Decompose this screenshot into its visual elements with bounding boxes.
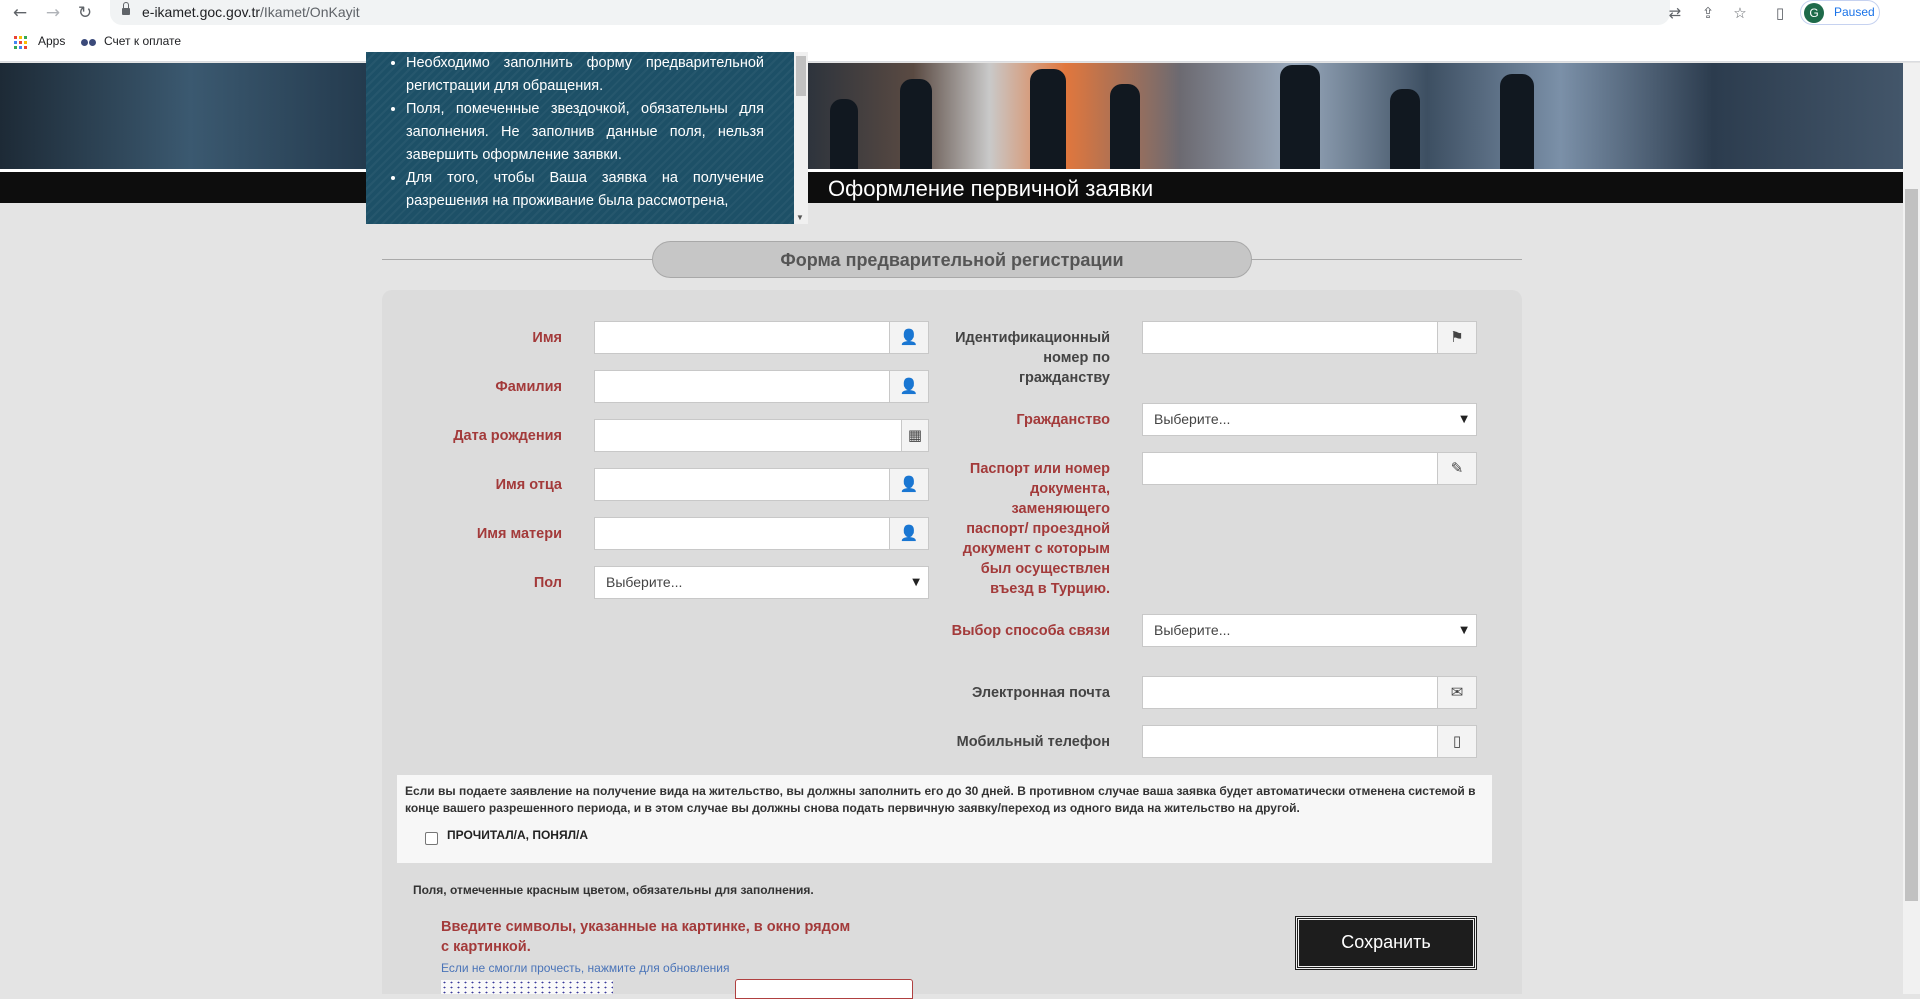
notice-item: Поля, помеченные звездочкой, обязательны… (406, 98, 764, 167)
share-icon[interactable]: ⇪ (1698, 3, 1718, 23)
captcha-instructions: Введите символы, указанные на картинке, … (441, 919, 851, 955)
passport-input[interactable]: ✎ (1142, 452, 1477, 485)
id-number-input[interactable]: ⚑ (1142, 321, 1477, 354)
gender-select-value: Выберите... (606, 574, 683, 590)
gender-select[interactable]: Выберите... ▼ (594, 566, 929, 599)
email-label: Электронная почта (971, 685, 1110, 701)
citizenship-select-value: Выберите... (1154, 411, 1231, 427)
last-name-input[interactable]: 👤 (594, 370, 929, 403)
phone-icon: ▯ (1437, 725, 1477, 758)
id-number-label: Идентификационный номер по гражданству (955, 330, 1110, 386)
captcha-input[interactable] (735, 979, 913, 999)
chevron-down-icon: ▼ (912, 577, 920, 588)
bookmark-invoice[interactable]: Счет к оплате (104, 34, 181, 48)
father-name-input[interactable]: 👤 (594, 468, 929, 501)
calendar-icon[interactable]: ▦ (901, 419, 929, 452)
notice-item: Необходимо заполнить форму предварительн… (406, 52, 764, 98)
mother-name-input[interactable]: 👤 (594, 517, 929, 550)
birth-date-label: Дата рождения (453, 428, 562, 444)
scroll-down-icon[interactable]: ▼ (796, 213, 804, 222)
info-notice-panel: Необходимо заполнить форму предварительн… (366, 52, 808, 224)
agree-checkbox[interactable] (425, 832, 438, 845)
save-button[interactable]: Сохранить (1295, 916, 1477, 970)
bookmark-favicon-icon (81, 39, 97, 47)
captcha-refresh-link[interactable]: Если не смогли прочесть, нажмите для обн… (441, 961, 729, 975)
mobile-input[interactable]: ▯ (1142, 725, 1477, 758)
contact-method-select[interactable]: Выберите... ▼ (1142, 614, 1477, 647)
mobile-label: Мобильный телефон (956, 734, 1110, 750)
back-icon[interactable]: ← (10, 3, 30, 23)
user-icon: 👤 (889, 517, 929, 550)
pencil-icon: ✎ (1437, 452, 1477, 485)
user-icon: 👤 (889, 370, 929, 403)
notice-scrollbar[interactable]: ▼ (794, 52, 808, 224)
apps-grid-icon[interactable] (14, 36, 27, 49)
bookmark-apps[interactable]: Apps (38, 34, 65, 48)
last-name-label: Фамилия (495, 379, 562, 395)
contact-method-select-value: Выберите... (1154, 622, 1231, 638)
captcha-image[interactable] (441, 980, 613, 994)
citizenship-label: Гражданство (1016, 412, 1110, 428)
user-icon: 👤 (889, 321, 929, 354)
profile-status: Paused (1834, 5, 1875, 19)
chevron-down-icon: ▼ (1460, 625, 1468, 636)
section-title: Форма предварительной регистрации (652, 241, 1252, 278)
notice-list: Необходимо заполнить форму предварительн… (406, 52, 764, 213)
deadline-notice: Если вы подаете заявление на получение в… (397, 775, 1492, 863)
url-text: e-ikamet.goc.gov.tr/Ikamet/OnKayit (142, 4, 360, 20)
mother-name-label: Имя матери (476, 526, 562, 542)
avatar: G (1804, 3, 1824, 23)
chevron-down-icon: ▼ (1460, 414, 1468, 425)
forward-icon[interactable]: → (43, 3, 63, 23)
first-name-label: Имя (532, 330, 562, 346)
father-name-label: Имя отца (495, 477, 562, 493)
birth-date-input[interactable]: ▦ (594, 419, 929, 452)
notice-item: Для того, чтобы Ваша заявка на получение… (406, 167, 764, 213)
side-panel-icon[interactable]: ▯ (1770, 3, 1790, 23)
header-banner (0, 63, 1903, 169)
page-title: Оформление первичной заявки (828, 176, 1154, 201)
translate-icon[interactable]: ⇄ (1665, 3, 1685, 23)
email-input[interactable]: ✉ (1142, 676, 1477, 709)
citizenship-select[interactable]: Выберите... ▼ (1142, 403, 1477, 436)
bookmarks-bar: Apps Счет к оплате (0, 32, 1920, 54)
flag-icon: ⚑ (1437, 321, 1477, 354)
reload-icon[interactable]: ↻ (75, 3, 95, 23)
browser-toolbar: ← → ↻ e-ikamet.goc.gov.tr/Ikamet/OnKayit… (0, 0, 1920, 25)
envelope-icon: ✉ (1437, 676, 1477, 709)
gender-label: Пол (533, 575, 562, 591)
user-icon: 👤 (889, 468, 929, 501)
contact-method-label: Выбор способа связи (951, 623, 1110, 639)
bookmark-star-icon[interactable]: ☆ (1730, 3, 1750, 23)
first-name-input[interactable]: 👤 (594, 321, 929, 354)
address-bar[interactable]: e-ikamet.goc.gov.tr/Ikamet/OnKayit (110, 0, 1670, 25)
lock-icon (122, 2, 130, 15)
required-fields-note: Поля, отмеченные красным цветом, обязате… (413, 883, 814, 897)
passport-label: Паспорт или номер документа, заменяющего… (962, 461, 1110, 597)
deadline-notice-text: Если вы подаете заявление на получение в… (405, 784, 1476, 815)
profile-button[interactable]: G Paused (1800, 0, 1880, 25)
page-scrollbar[interactable] (1903, 63, 1920, 994)
agree-label[interactable]: ПРОЧИТАЛ/А, ПОНЯЛ/А (447, 828, 588, 842)
browser-chrome: ← → ↻ e-ikamet.goc.gov.tr/Ikamet/OnKayit… (0, 0, 1920, 62)
